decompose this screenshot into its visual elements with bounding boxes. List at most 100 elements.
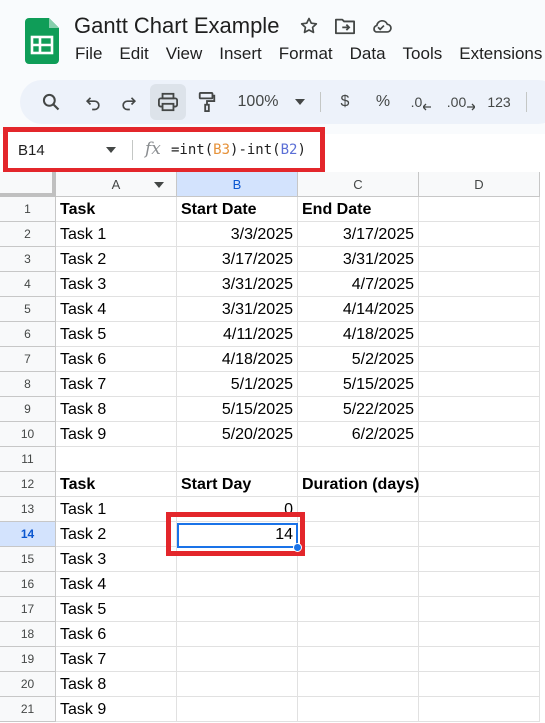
cell-c7[interactable]: 5/2/2025	[298, 347, 419, 372]
cell-b9[interactable]: 5/15/2025	[177, 397, 298, 422]
row-header[interactable]: 11	[0, 447, 56, 472]
paint-format-icon[interactable]	[192, 80, 222, 124]
cell-d6[interactable]	[419, 322, 540, 347]
cell-c10[interactable]: 6/2/2025	[298, 422, 419, 447]
cell-d18[interactable]	[419, 622, 540, 647]
cell-b21[interactable]	[177, 697, 298, 722]
cell-a12[interactable]: Task	[56, 472, 177, 497]
percent-format-button[interactable]: %	[372, 80, 394, 124]
document-title[interactable]: Gantt Chart Example	[74, 13, 279, 39]
undo-icon[interactable]	[78, 80, 108, 124]
cell-c2[interactable]: 3/17/2025	[298, 222, 419, 247]
cell-b10[interactable]: 5/20/2025	[177, 422, 298, 447]
cell-d14[interactable]	[419, 522, 540, 547]
search-menus-icon[interactable]	[36, 80, 66, 124]
currency-format-button[interactable]: $	[334, 80, 356, 124]
name-box-chevron-down-icon[interactable]	[106, 147, 116, 153]
row-header[interactable]: 19	[0, 647, 56, 672]
row-header[interactable]: 7	[0, 347, 56, 372]
cell-c11[interactable]	[298, 447, 419, 472]
cell-b12[interactable]: Start Day	[177, 472, 298, 497]
cell-c14[interactable]	[298, 522, 419, 547]
select-all-corner[interactable]	[0, 172, 56, 197]
cell-a4[interactable]: Task 3	[56, 272, 177, 297]
cell-d16[interactable]	[419, 572, 540, 597]
cell-d19[interactable]	[419, 647, 540, 672]
name-box[interactable]: B14	[18, 142, 45, 159]
cell-d20[interactable]	[419, 672, 540, 697]
cell-b1[interactable]: Start Date	[177, 197, 298, 222]
menu-data[interactable]: Data	[350, 44, 386, 64]
cell-a8[interactable]: Task 7	[56, 372, 177, 397]
formula-input[interactable]: =int(B3)-int(B2)	[171, 142, 306, 158]
cell-a13[interactable]: Task 1	[56, 497, 177, 522]
cloud-saved-icon[interactable]	[370, 15, 392, 37]
row-header[interactable]: 8	[0, 372, 56, 397]
increase-decimal-button[interactable]: .00	[444, 80, 478, 124]
row-header[interactable]: 3	[0, 247, 56, 272]
cell-b11[interactable]	[177, 447, 298, 472]
cell-a21[interactable]: Task 9	[56, 697, 177, 722]
cell-a17[interactable]: Task 5	[56, 597, 177, 622]
cell-d15[interactable]	[419, 547, 540, 572]
cell-d13[interactable]	[419, 497, 540, 522]
cell-c3[interactable]: 3/31/2025	[298, 247, 419, 272]
row-header[interactable]: 17	[0, 597, 56, 622]
row-header[interactable]: 1	[0, 197, 56, 222]
redo-icon[interactable]	[114, 80, 144, 124]
cell-c9[interactable]: 5/22/2025	[298, 397, 419, 422]
column-header-c[interactable]: C	[298, 172, 419, 197]
cell-a2[interactable]: Task 1	[56, 222, 177, 247]
cell-a6[interactable]: Task 5	[56, 322, 177, 347]
menu-format[interactable]: Format	[279, 44, 333, 64]
cell-b17[interactable]	[177, 597, 298, 622]
decrease-decimal-button[interactable]: .0	[406, 80, 436, 124]
cell-c19[interactable]	[298, 647, 419, 672]
menu-tools[interactable]: Tools	[403, 44, 443, 64]
cell-d1[interactable]	[419, 197, 540, 222]
cell-c6[interactable]: 4/18/2025	[298, 322, 419, 347]
cell-d5[interactable]	[419, 297, 540, 322]
zoom-select[interactable]: 100%	[230, 80, 286, 124]
cell-c13[interactable]	[298, 497, 419, 522]
cell-c5[interactable]: 4/14/2025	[298, 297, 419, 322]
cell-a16[interactable]: Task 4	[56, 572, 177, 597]
cell-a5[interactable]: Task 4	[56, 297, 177, 322]
cell-a15[interactable]: Task 3	[56, 547, 177, 572]
cell-b6[interactable]: 4/11/2025	[177, 322, 298, 347]
row-header[interactable]: 14	[0, 522, 56, 547]
column-header-a[interactable]: A	[56, 172, 177, 197]
cell-d21[interactable]	[419, 697, 540, 722]
cell-b19[interactable]	[177, 647, 298, 672]
menu-extensions[interactable]: Extensions	[459, 44, 542, 64]
cell-a3[interactable]: Task 2	[56, 247, 177, 272]
cell-c17[interactable]	[298, 597, 419, 622]
cell-c18[interactable]	[298, 622, 419, 647]
cell-a7[interactable]: Task 6	[56, 347, 177, 372]
number-format-button[interactable]: 123	[482, 80, 516, 124]
row-header[interactable]: 13	[0, 497, 56, 522]
menu-file[interactable]: File	[75, 44, 102, 64]
fill-handle[interactable]	[293, 543, 302, 552]
cell-d3[interactable]	[419, 247, 540, 272]
cell-d8[interactable]	[419, 372, 540, 397]
cell-c4[interactable]: 4/7/2025	[298, 272, 419, 297]
zoom-chevron-down-icon[interactable]	[290, 80, 310, 124]
cell-b18[interactable]	[177, 622, 298, 647]
column-menu-chevron-down-icon[interactable]	[154, 182, 164, 188]
row-header[interactable]: 16	[0, 572, 56, 597]
column-header-d[interactable]: D	[419, 172, 540, 197]
menu-view[interactable]: View	[166, 44, 203, 64]
cell-c15[interactable]	[298, 547, 419, 572]
row-header[interactable]: 5	[0, 297, 56, 322]
cell-a1[interactable]: Task	[56, 197, 177, 222]
cell-c16[interactable]	[298, 572, 419, 597]
row-header[interactable]: 10	[0, 422, 56, 447]
cell-a20[interactable]: Task 8	[56, 672, 177, 697]
cell-a14[interactable]: Task 2	[56, 522, 177, 547]
cell-d17[interactable]	[419, 597, 540, 622]
active-cell-b14[interactable]	[177, 523, 298, 548]
row-header[interactable]: 18	[0, 622, 56, 647]
menu-edit[interactable]: Edit	[119, 44, 148, 64]
cell-c12[interactable]: Duration (days)	[298, 472, 419, 497]
